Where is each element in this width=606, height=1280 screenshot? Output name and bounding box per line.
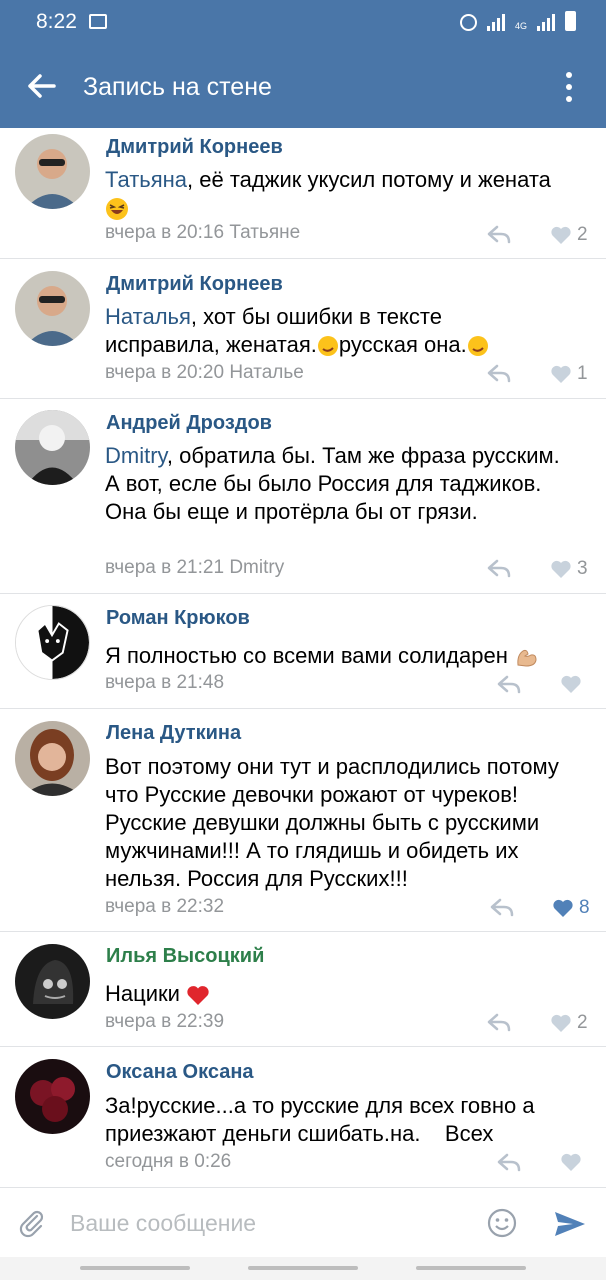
heart-icon — [551, 560, 571, 578]
battery-icon — [565, 11, 576, 31]
signal-icon — [486, 11, 505, 31]
network-type: 4G — [514, 21, 527, 31]
system-nav-bar — [0, 1257, 606, 1280]
avatar[interactable] — [15, 271, 90, 346]
comment-text: За!русские...а то русские для всех говно… — [105, 1093, 535, 1146]
flexed-biceps-emoji-icon — [517, 650, 537, 667]
heart-icon — [561, 675, 581, 693]
like-button[interactable] — [560, 674, 587, 694]
reply-icon[interactable] — [487, 224, 511, 244]
mention-link[interactable]: Татьяна — [105, 167, 187, 192]
send-icon[interactable] — [553, 1209, 587, 1239]
like-button[interactable]: 1 — [550, 363, 588, 385]
nav-handle — [80, 1266, 190, 1270]
heart-icon — [551, 365, 571, 383]
reply-icon[interactable] — [497, 1152, 521, 1172]
smile-icon[interactable] — [487, 1208, 517, 1238]
comment-meta: вчера в 21:48 — [105, 672, 225, 693]
message-composer: Ваше сообщение — [0, 1187, 606, 1257]
comment-item: Лена Дуткина Вот поэтому они тут и распл… — [0, 709, 606, 932]
like-button[interactable]: 8 — [552, 897, 590, 919]
comment-author[interactable]: Роман Крюков — [106, 607, 250, 630]
more-vertical-icon[interactable] — [564, 72, 574, 102]
avatar[interactable] — [15, 721, 90, 796]
reply-icon[interactable] — [487, 363, 511, 383]
reply-icon[interactable] — [487, 558, 511, 578]
comment-author[interactable]: Лена Дуткина — [106, 722, 241, 745]
like-count: 8 — [579, 897, 590, 918]
avatar[interactable] — [15, 1059, 90, 1134]
comment-meta: вчера в 22:39 — [105, 1011, 225, 1032]
like-count: 2 — [577, 224, 588, 245]
comment-item: Дмитрий Корнеев Татьяна, её таджик укуси… — [0, 128, 606, 259]
comment-author[interactable]: Дмитрий Корнеев — [106, 273, 283, 296]
back-arrow-icon[interactable] — [26, 68, 58, 104]
message-input[interactable]: Ваше сообщение — [70, 1210, 256, 1237]
comment-text: Наталья, хот бы ошибки в тексте исправил… — [105, 303, 595, 359]
heart-icon — [553, 899, 573, 917]
like-button[interactable]: 3 — [550, 558, 588, 580]
like-button[interactable]: 2 — [550, 1012, 588, 1034]
avatar[interactable] — [15, 134, 90, 209]
comment-meta: вчера в 20:16 Татьяне — [105, 222, 301, 243]
reply-icon[interactable] — [490, 897, 514, 917]
gallery-icon — [89, 14, 107, 29]
comment-author[interactable]: Дмитрий Корнеев — [106, 136, 283, 159]
avatar[interactable] — [15, 944, 90, 1019]
comment-item: Роман Крюков Я полностью со всеми вами с… — [0, 594, 606, 709]
drooling-emoji-icon — [467, 336, 488, 357]
comment-text: Вот поэтому они тут и расплодились потом… — [105, 754, 559, 891]
nav-handle — [416, 1266, 526, 1270]
status-bar: 8:22 4G — [0, 0, 606, 46]
attach-icon[interactable] — [17, 1208, 47, 1238]
like-button[interactable] — [560, 1152, 587, 1172]
avatar[interactable] — [15, 410, 90, 485]
laughing-emoji-icon — [106, 198, 128, 221]
comment-item: Оксана Оксана За!русские...а то русские … — [0, 1047, 606, 1187]
comment-text: Я полностью со всеми вами солидарен — [105, 642, 595, 670]
heart-icon — [561, 1153, 581, 1171]
like-button[interactable]: 2 — [550, 224, 588, 246]
comment-meta: вчера в 21:21 Dmitry — [105, 557, 285, 578]
comment-author[interactable]: Андрей Дроздов — [106, 412, 272, 435]
page-title: Запись на стене — [83, 73, 272, 101]
status-time: 8:22 — [36, 10, 77, 33]
reply-icon[interactable] — [487, 1012, 511, 1032]
reply-icon[interactable] — [497, 674, 521, 694]
app-header: Запись на стене — [0, 46, 606, 128]
signal-icon-2 — [537, 11, 555, 31]
comment-text: Нацики — [105, 980, 595, 1008]
like-count: 1 — [577, 363, 588, 384]
like-count: 2 — [577, 1012, 588, 1033]
comment-author[interactable]: Илья Высоцкий — [106, 945, 264, 968]
comment-item: Илья Высоцкий Нацики вчера в 22:39 2 — [0, 932, 606, 1047]
comment-text: Татьяна, её таджик укусил потому и женат… — [105, 166, 595, 222]
alarm-icon — [459, 14, 477, 31]
comment-meta: вчера в 20:20 Наталье — [105, 362, 304, 383]
comment-meta: сегодня в 0:26 — [105, 1151, 232, 1172]
heart-icon — [551, 226, 571, 244]
mention-link[interactable]: Dmitry — [105, 443, 167, 468]
comment-meta: вчера в 22:32 — [105, 896, 225, 917]
drooling-emoji-icon — [317, 336, 338, 357]
mention-link[interactable]: Наталья — [105, 304, 191, 329]
comment-text: Dmitry, обратила бы. Там же фраза русски… — [105, 443, 560, 524]
like-count: 3 — [577, 558, 588, 579]
nav-handle — [248, 1266, 358, 1270]
heart-icon — [551, 1014, 571, 1032]
comment-author[interactable]: Оксана Оксана — [106, 1061, 254, 1084]
red-heart-emoji-icon — [187, 986, 209, 1006]
comment-item: Дмитрий Корнеев Наталья, хот бы ошибки в… — [0, 259, 606, 399]
comment-item: Андрей Дроздов Dmitry, обратила бы. Там … — [0, 399, 606, 594]
avatar[interactable] — [15, 605, 90, 680]
